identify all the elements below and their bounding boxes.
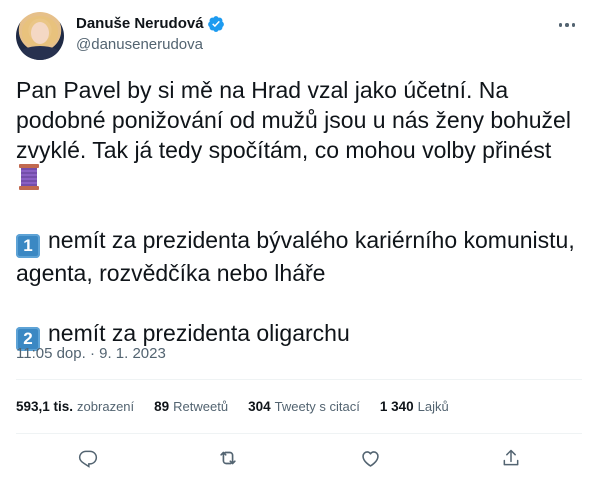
tweet-actions [16, 444, 582, 472]
divider [16, 379, 582, 380]
more-icon[interactable] [552, 14, 582, 36]
tweet-card: Danuše Nerudová @danusenerudova Pan Pave… [0, 0, 598, 482]
avatar[interactable] [16, 12, 64, 60]
verified-badge-icon [207, 15, 225, 33]
quotes-stat[interactable]: 304 Tweety s citací [248, 398, 360, 416]
share-button[interactable] [497, 444, 525, 472]
views-label: zobrazení [77, 399, 135, 414]
retweet-icon [220, 451, 236, 465]
tweet-paragraph-1: Pan Pavel by si mě na Hrad vzal jako úče… [16, 77, 571, 163]
like-button[interactable] [356, 444, 384, 472]
heart-icon [361, 450, 379, 467]
author-handle[interactable]: @danusenerudova [76, 35, 225, 55]
tweet-point-1-text: nemít za prezidenta bývalého kariérního … [16, 227, 575, 286]
reply-icon [78, 450, 98, 468]
quotes-count: 304 [248, 399, 271, 414]
tweet-timestamp[interactable]: 11:05 dop. · 9. 1. 2023 [16, 344, 166, 364]
tweet-header: Danuše Nerudová @danusenerudova [16, 12, 582, 62]
views-stat[interactable]: 593,1 tis. zobrazení [16, 398, 134, 416]
likes-count: 1 340 [379, 399, 414, 414]
views-count: 593,1 tis. [16, 399, 74, 414]
retweets-stat[interactable]: 89 Retweetů [154, 398, 228, 416]
quotes-label: Tweety s citací [274, 399, 360, 414]
reply-button[interactable] [74, 444, 102, 472]
retweet-button[interactable] [214, 444, 242, 472]
author-name-row[interactable]: Danuše Nerudová [76, 14, 225, 34]
retweets-count: 89 [154, 399, 170, 414]
spool-of-thread-emoji [16, 163, 42, 198]
tweet-stats: 593,1 tis. zobrazení 89 Retweetů 304 Twe… [16, 398, 469, 416]
tweet-point-2-text: nemít za prezidenta oligarchu [48, 320, 350, 346]
keycap-1-icon: 1 [16, 234, 40, 258]
retweets-label: Retweetů [173, 399, 229, 414]
tweet-point-1: 1 nemít za prezidenta bývalého kariérního… [16, 225, 582, 288]
likes-stat[interactable]: 1 340 Lajků [380, 398, 449, 416]
author-name[interactable]: Danuše Nerudová [76, 14, 204, 34]
share-icon [503, 449, 519, 466]
likes-label: Lajků [417, 399, 449, 414]
author-block: Danuše Nerudová @danusenerudova [76, 14, 225, 55]
tweet-text: Pan Pavel by si mě na Hrad vzal jako úče… [16, 75, 582, 351]
divider [16, 433, 582, 434]
